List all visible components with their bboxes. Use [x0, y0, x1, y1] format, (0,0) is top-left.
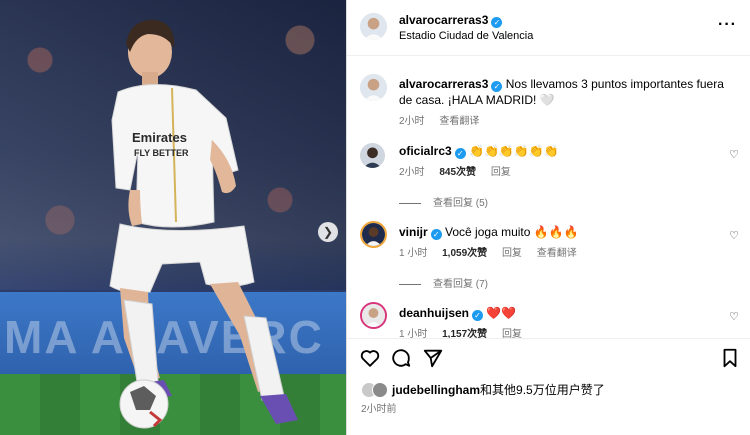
heart-icon[interactable] — [359, 347, 381, 369]
comment-meta: 1 小时 1,059次赞 回复 查看翻译 — [399, 244, 589, 259]
view-replies-link[interactable]: 查看回复 (7) — [399, 275, 488, 290]
comment-translate-link[interactable]: 查看翻译 — [537, 248, 577, 259]
next-photo-button[interactable]: ❯ — [318, 222, 338, 242]
verified-icon: ✓ — [491, 17, 503, 28]
post-panel: alvarocarreras3 ✓ Estadio Ciudad de Valen… — [346, 0, 750, 435]
comment-likes[interactable]: 845次赞 — [439, 167, 476, 178]
svg-text:FLY BETTER: FLY BETTER — [134, 148, 189, 158]
post-location[interactable]: Estadio Ciudad de Valencia — [399, 30, 533, 42]
comment-icon[interactable] — [390, 347, 412, 369]
more-horizontal-icon: ··· — [718, 16, 737, 33]
comment-body: vinijr ✓ Você joga muito 🔥🔥🔥 — [399, 224, 579, 240]
post-timestamp[interactable]: 2小时前 — [361, 400, 397, 415]
comment-reply-link[interactable]: 回复 — [491, 167, 511, 178]
comment-username[interactable]: deanhuijsen — [399, 306, 469, 320]
heart-icon: ♡ — [729, 149, 739, 161]
author-username[interactable]: alvarocarreras3 — [399, 13, 488, 27]
post-photo[interactable]: MA ALAVERC Emirates FLY BETTER ❯ — [0, 0, 346, 435]
view-replies-link[interactable]: 查看回复 (5) — [399, 194, 488, 209]
bookmark-icon[interactable] — [719, 347, 741, 369]
liker-username[interactable]: judebellingham — [392, 383, 480, 397]
comment-likes[interactable]: 1,059次赞 — [442, 248, 487, 259]
caption-username[interactable]: alvarocarreras3 — [399, 77, 488, 91]
verified-icon: ✓ — [430, 229, 442, 240]
comment-like-button[interactable]: ♡ — [729, 310, 739, 323]
likes-summary[interactable]: judebellingham和其他9.5万位用户赞了 — [361, 381, 605, 398]
heart-icon: ♡ — [729, 230, 739, 242]
caption-translate-link[interactable]: 查看翻译 — [439, 116, 479, 127]
comment-text: ❤️❤️ — [486, 306, 517, 320]
liker-avatar — [372, 381, 388, 398]
svg-text:Emirates: Emirates — [132, 130, 187, 145]
comment-time[interactable]: 1 小时 — [399, 248, 427, 259]
likes-count-text: 和其他9.5万位用户赞了 — [480, 383, 605, 397]
post-caption: alvarocarreras3 ✓ Nos llevamos 3 puntos i… — [399, 76, 739, 130]
post-actions: judebellingham和其他9.5万位用户赞了 2小时前 — [347, 338, 750, 435]
verified-icon: ✓ — [454, 148, 466, 159]
verified-icon: ✓ — [472, 310, 484, 321]
comment-meta: 2小时 845次赞 回复 — [399, 163, 523, 178]
comment-text: Você joga muito 🔥🔥🔥 — [445, 225, 579, 239]
caption-meta: 2小时 查看翻译 — [399, 114, 739, 130]
comment-body: deanhuijsen ✓ ❤️❤️ — [399, 305, 516, 321]
verified-icon: ✓ — [491, 81, 503, 92]
comment-item: vinijr ✓ Você joga muito 🔥🔥🔥 1 小时 1,059次赞… — [347, 224, 750, 274]
caption-avatar[interactable] — [360, 74, 387, 101]
comment-body: oficialrc3 ✓ 👏👏👏👏👏👏 — [399, 143, 559, 159]
caption-time[interactable]: 2小时 — [399, 116, 425, 127]
chevron-right-icon: ❯ — [322, 225, 334, 239]
likes-text: judebellingham和其他9.5万位用户赞了 — [392, 381, 605, 398]
heart-icon: ♡ — [729, 311, 739, 323]
comment-item: oficialrc3 ✓ 👏👏👏👏👏👏 2小时 845次赞 回复 ♡ — [347, 143, 750, 193]
comment-username[interactable]: vinijr — [399, 225, 428, 239]
comment-reply-link[interactable]: 回复 — [502, 248, 522, 259]
author-row: alvarocarreras3 ✓ — [399, 13, 503, 28]
comment-text: 👏👏👏👏👏👏 — [469, 144, 559, 158]
comment-like-button[interactable]: ♡ — [729, 229, 739, 242]
comment-username[interactable]: oficialrc3 — [399, 144, 452, 158]
instagram-post-view: MA ALAVERC Emirates FLY BETTER ❯ alvaroc… — [0, 0, 750, 435]
author-avatar[interactable] — [360, 13, 387, 40]
comment-like-button[interactable]: ♡ — [729, 148, 739, 161]
player-illustration: Emirates FLY BETTER — [109, 19, 298, 429]
more-options-button[interactable]: ··· — [718, 16, 737, 34]
post-header: alvarocarreras3 ✓ Estadio Ciudad de Valen… — [347, 0, 750, 56]
share-icon[interactable] — [422, 347, 444, 369]
comment-time[interactable]: 2小时 — [399, 167, 425, 178]
